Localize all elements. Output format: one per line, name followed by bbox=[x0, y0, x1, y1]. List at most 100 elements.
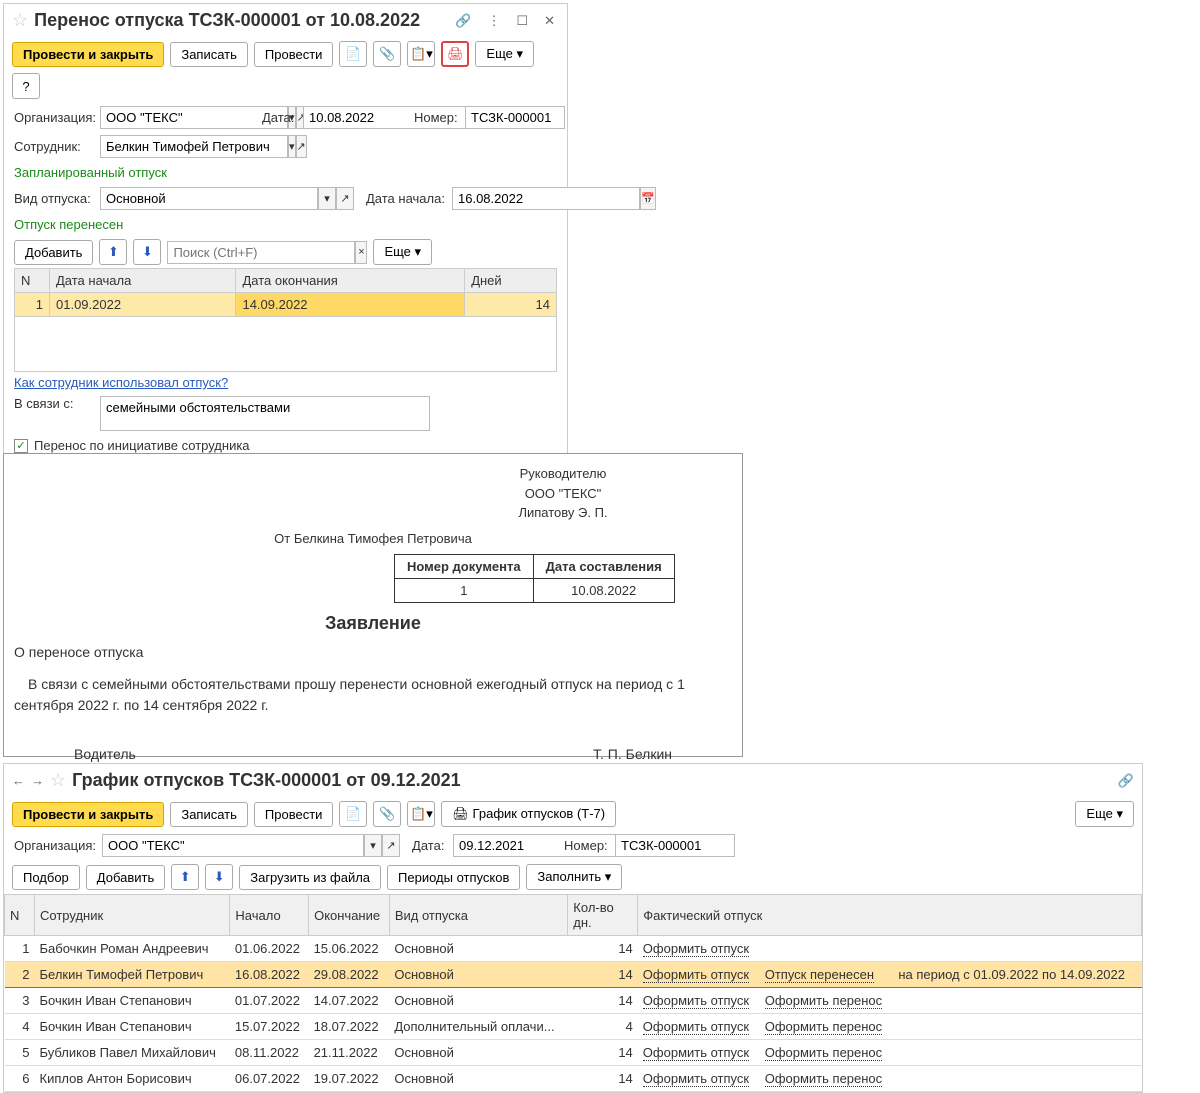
link-icon[interactable]: 🔗 bbox=[1118, 773, 1134, 789]
post-and-close-button[interactable]: Провести и закрыть bbox=[12, 802, 164, 827]
kebab-icon[interactable]: ⋮ bbox=[483, 13, 504, 29]
transfer-link[interactable]: Оформить перенос bbox=[765, 1071, 882, 1087]
transfer-link[interactable]: Оформить перенос bbox=[765, 993, 882, 1009]
register-vacation-link[interactable]: Оформить отпуск bbox=[643, 1071, 749, 1087]
more-button[interactable]: Еще ▾ bbox=[475, 41, 534, 67]
window-titlebar: ☆ Перенос отпуска ТСЗК-000001 от 10.08.2… bbox=[4, 4, 567, 37]
nav-forward-icon[interactable]: → bbox=[31, 773, 44, 788]
open-icon[interactable]: ↗ bbox=[336, 187, 354, 210]
open-icon[interactable]: ↗ bbox=[382, 834, 400, 857]
favorite-icon[interactable]: ☆ bbox=[50, 770, 66, 791]
organization-input[interactable] bbox=[102, 834, 364, 857]
col-employee: Сотрудник bbox=[35, 895, 230, 936]
transfer-link[interactable]: Оформить перенос bbox=[765, 1045, 882, 1061]
add-button[interactable]: Добавить bbox=[86, 865, 165, 890]
number-input[interactable] bbox=[465, 106, 565, 129]
link-icon[interactable]: 🔗 bbox=[451, 13, 475, 29]
table-row[interactable]: 1 01.09.2022 14.09.2022 14 bbox=[15, 293, 557, 317]
attach-icon[interactable]: 📎 bbox=[373, 801, 401, 827]
vacation-transfer-window: ☆ Перенос отпуска ТСЗК-000001 от 10.08.2… bbox=[3, 3, 568, 508]
print-t7-button[interactable]: 🖨 График отпусков (Т-7) bbox=[441, 801, 616, 827]
move-down-icon[interactable]: ⬇ bbox=[205, 864, 233, 890]
transfer-periods-table: N Дата начала Дата окончания Дней 1 01.0… bbox=[14, 268, 557, 372]
start-date-input[interactable] bbox=[452, 187, 640, 210]
search-input[interactable] bbox=[167, 241, 355, 264]
move-up-icon[interactable]: ⬆ bbox=[171, 864, 199, 890]
doc-signer: Т. П. Белкин bbox=[593, 746, 672, 762]
maximize-icon[interactable]: ☐ bbox=[512, 13, 532, 29]
dropdown-icon[interactable]: ▾ bbox=[318, 187, 336, 210]
print-icon[interactable]: 🖨 bbox=[441, 41, 469, 67]
col-type: Вид отпуска bbox=[389, 895, 567, 936]
reason-input[interactable]: семейными обстоятельствами bbox=[100, 396, 430, 431]
table-more-button[interactable]: Еще ▾ bbox=[373, 239, 432, 265]
register-vacation-link[interactable]: Оформить отпуск bbox=[643, 993, 749, 1009]
load-from-file-button[interactable]: Загрузить из файла bbox=[239, 865, 381, 890]
periods-button[interactable]: Периоды отпусков bbox=[387, 865, 520, 890]
help-icon[interactable]: ? bbox=[12, 73, 40, 99]
create-based-icon[interactable]: 📋▾ bbox=[407, 801, 435, 827]
create-based-icon[interactable]: 📋▾ bbox=[407, 41, 435, 67]
vacation-type-label: Вид отпуска: bbox=[14, 191, 94, 206]
move-up-icon[interactable]: ⬆ bbox=[99, 239, 127, 265]
table-row[interactable]: 3Бочкин Иван Степанович01.07.202214.07.2… bbox=[5, 988, 1142, 1014]
employee-initiative-checkbox[interactable]: ✓ bbox=[14, 439, 28, 453]
organization-input[interactable] bbox=[100, 106, 288, 129]
dropdown-icon[interactable]: ▾ bbox=[364, 834, 382, 857]
report-icon[interactable]: 📄 bbox=[339, 801, 367, 827]
calendar-icon[interactable]: 📅 bbox=[640, 187, 656, 210]
fill-button[interactable]: Заполнить ▾ bbox=[526, 864, 622, 890]
date-label: Дата: bbox=[262, 110, 297, 125]
main-toolbar: Провести и закрыть Записать Провести 📄 📎… bbox=[4, 37, 567, 103]
col-days: Дней bbox=[465, 269, 557, 293]
schedule-table: N Сотрудник Начало Окончание Вид отпуска… bbox=[4, 894, 1142, 1092]
usage-link[interactable]: Как сотрудник использовал отпуск? bbox=[14, 375, 228, 390]
post-button[interactable]: Провести bbox=[254, 802, 334, 827]
table-row[interactable]: 1Бабочкин Роман Андреевич01.06.202215.06… bbox=[5, 936, 1142, 962]
employee-input[interactable] bbox=[100, 135, 288, 158]
window-titlebar: ← → ☆ График отпусков ТСЗК-000001 от 09.… bbox=[4, 764, 1142, 797]
table-row[interactable]: 2Белкин Тимофей Петрович16.08.202229.08.… bbox=[5, 962, 1142, 988]
number-input[interactable] bbox=[615, 834, 735, 857]
date-input[interactable] bbox=[453, 834, 641, 857]
organization-label: Организация: bbox=[14, 838, 96, 853]
table-row[interactable]: 5Бубликов Павел Михайлович08.11.202221.1… bbox=[5, 1040, 1142, 1066]
doc-body: В связи с семейными обстоятельствами про… bbox=[14, 674, 732, 716]
clear-icon[interactable]: × bbox=[355, 241, 367, 264]
col-start: Дата начала bbox=[50, 269, 236, 293]
vacation-type-input[interactable] bbox=[100, 187, 318, 210]
table-row[interactable]: 4Бочкин Иван Степанович15.07.202218.07.2… bbox=[5, 1014, 1142, 1040]
report-icon[interactable]: 📄 bbox=[339, 41, 367, 67]
pick-button[interactable]: Подбор bbox=[12, 865, 80, 890]
transfer-link[interactable]: Оформить перенос bbox=[765, 1019, 882, 1035]
register-vacation-link[interactable]: Оформить отпуск bbox=[643, 1019, 749, 1035]
add-row-button[interactable]: Добавить bbox=[14, 240, 93, 265]
nav-back-icon[interactable]: ← bbox=[12, 773, 25, 788]
doc-position: Водитель bbox=[74, 746, 136, 762]
col-end: Дата окончания bbox=[236, 269, 465, 293]
register-vacation-link[interactable]: Оформить отпуск bbox=[643, 967, 749, 983]
col-start: Начало bbox=[230, 895, 309, 936]
doc-meta-table: Номер документаДата составления 110.08.2… bbox=[394, 554, 675, 603]
favorite-icon[interactable]: ☆ bbox=[12, 10, 28, 31]
open-icon[interactable]: ↗ bbox=[296, 135, 307, 158]
more-button[interactable]: Еще ▾ bbox=[1075, 801, 1134, 827]
post-button[interactable]: Провести bbox=[254, 42, 334, 67]
planned-section-title: Запланированный отпуск bbox=[4, 161, 567, 184]
post-and-close-button[interactable]: Провести и закрыть bbox=[12, 42, 164, 67]
date-input[interactable] bbox=[303, 106, 491, 129]
move-down-icon[interactable]: ⬇ bbox=[133, 239, 161, 265]
transfer-link[interactable]: Отпуск перенесен bbox=[765, 967, 874, 983]
table-row[interactable]: 6Киплов Антон Борисович06.07.202219.07.2… bbox=[5, 1066, 1142, 1092]
dropdown-icon[interactable]: ▾ bbox=[288, 135, 296, 158]
col-days: Кол-во дн. bbox=[568, 895, 638, 936]
close-icon[interactable]: ✕ bbox=[540, 13, 559, 29]
employee-initiative-label: Перенос по инициативе сотрудника bbox=[34, 438, 250, 453]
save-button[interactable]: Записать bbox=[170, 42, 248, 67]
save-button[interactable]: Записать bbox=[170, 802, 248, 827]
register-vacation-link[interactable]: Оформить отпуск bbox=[643, 941, 749, 957]
register-vacation-link[interactable]: Оформить отпуск bbox=[643, 1045, 749, 1061]
attach-icon[interactable]: 📎 bbox=[373, 41, 401, 67]
doc-to-2: ООО "ТЕКС" bbox=[394, 484, 732, 504]
doc-title: Заявление bbox=[14, 613, 732, 634]
